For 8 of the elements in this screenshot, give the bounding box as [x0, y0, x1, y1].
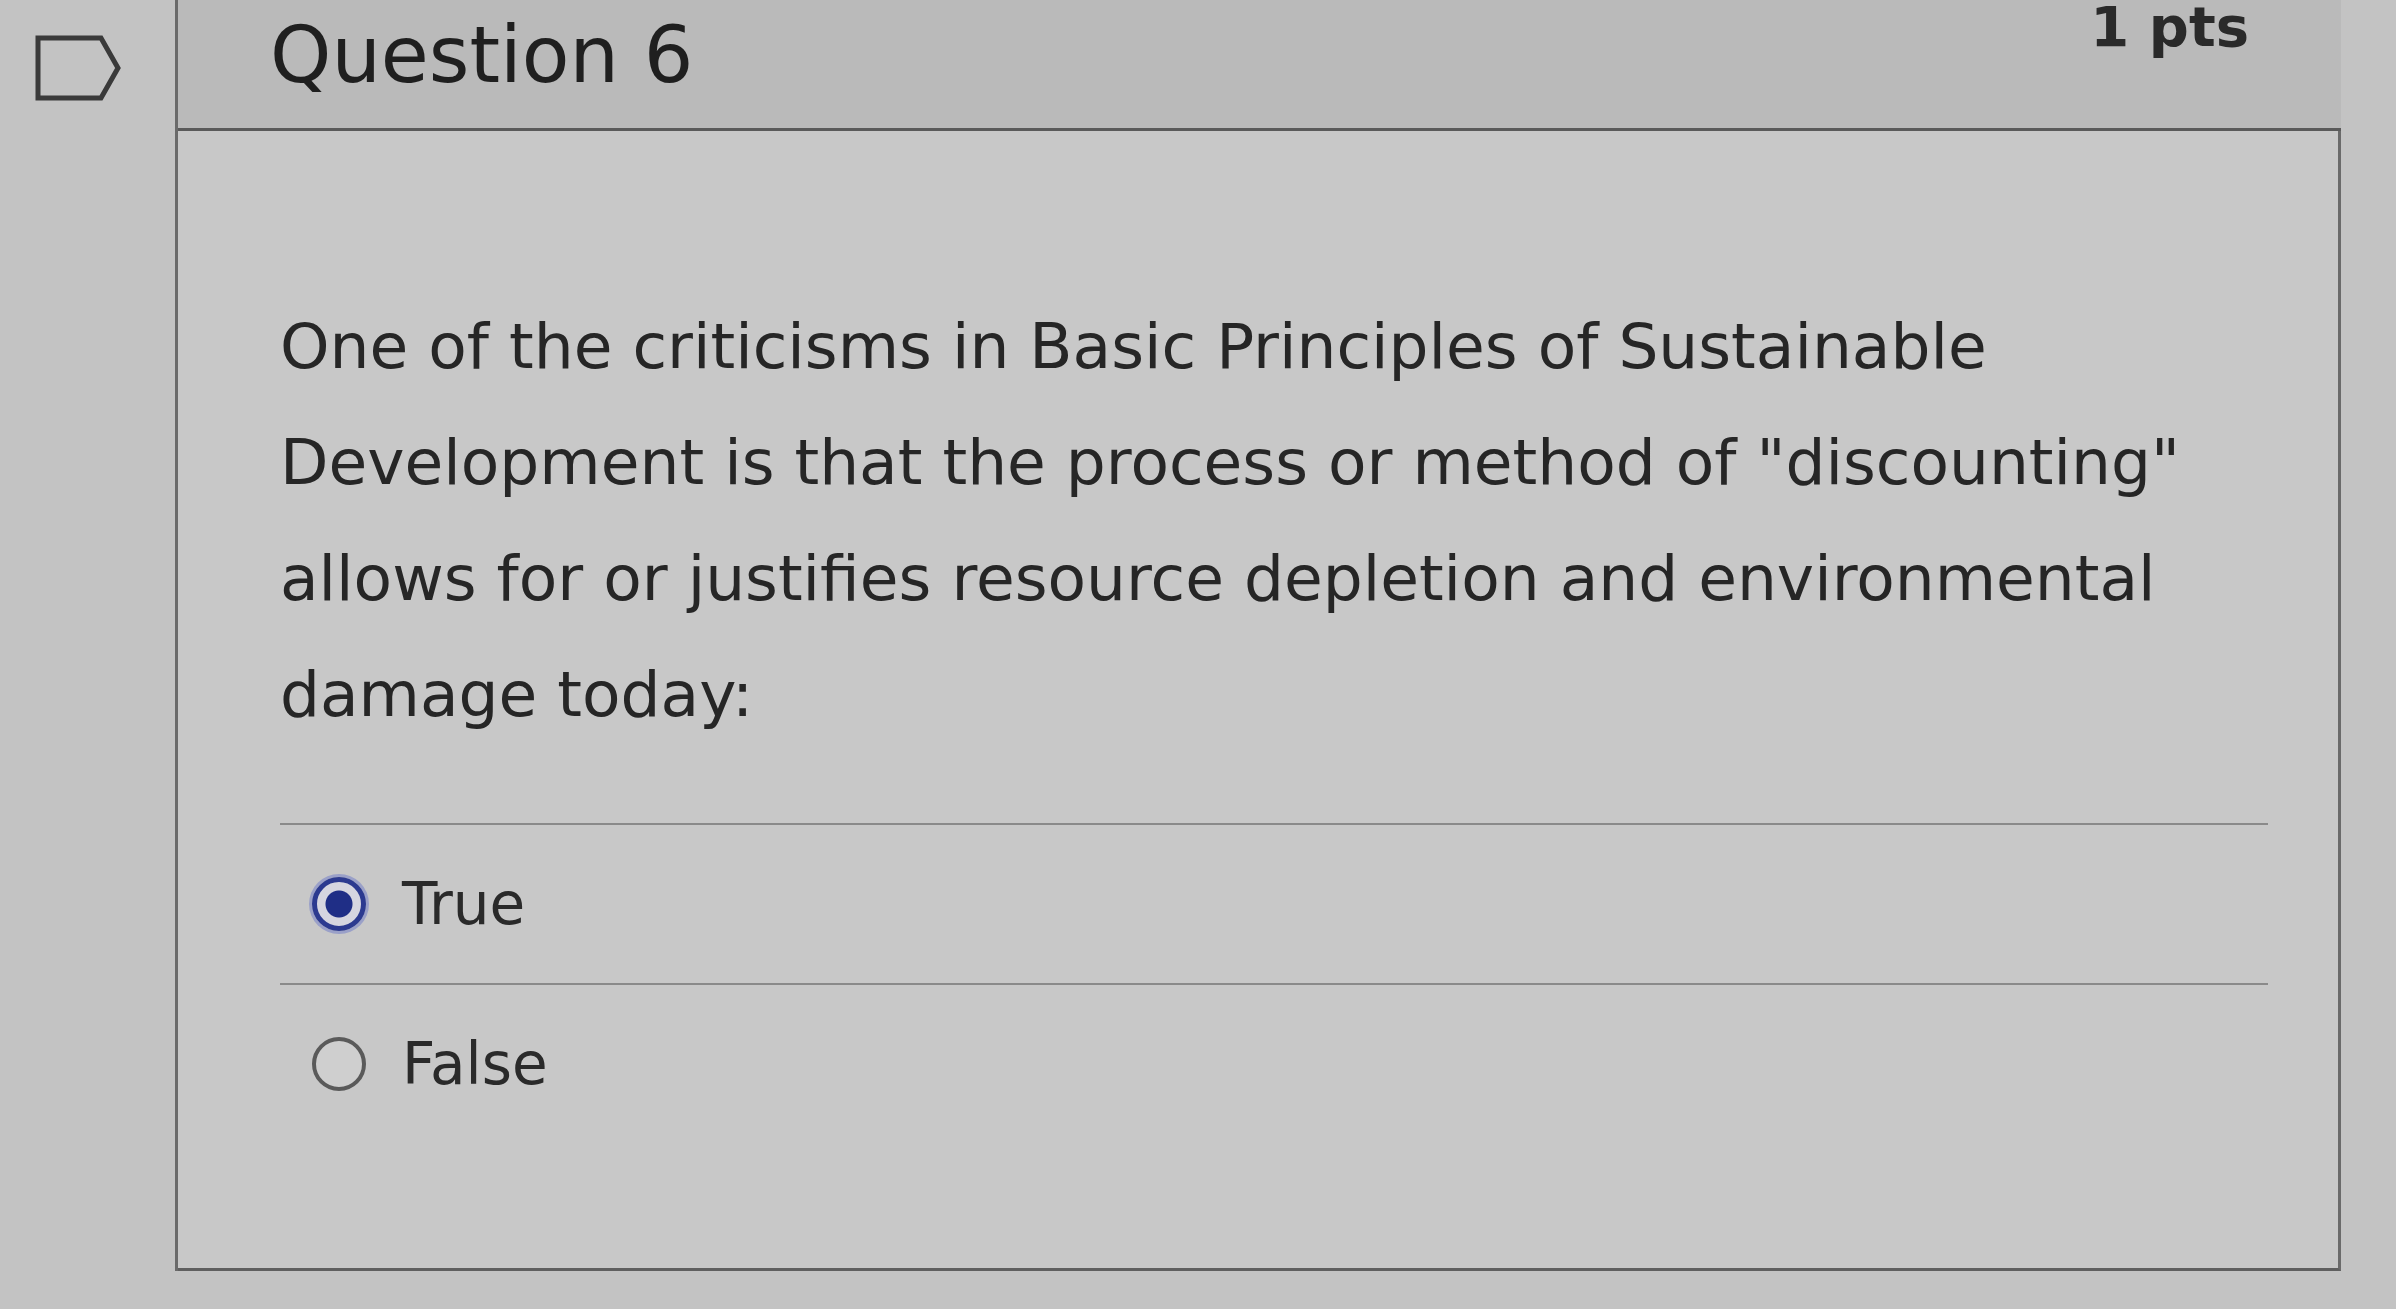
- answer-label[interactable]: False: [402, 1030, 548, 1098]
- answer-label[interactable]: True: [402, 870, 526, 938]
- question-text: One of the criticisms in Basic Principles of Sustainable Development is that the process or method of "discounting" allows for or justifies resource depletion and environmental damage today:: [280, 309, 2181, 733]
- question-title: Question 6: [270, 10, 694, 100]
- radio-button[interactable]: [312, 877, 366, 931]
- flag-icon[interactable]: [35, 35, 121, 101]
- radio-button[interactable]: [312, 1037, 366, 1091]
- points-label: 1 pts: [2090, 0, 2249, 60]
